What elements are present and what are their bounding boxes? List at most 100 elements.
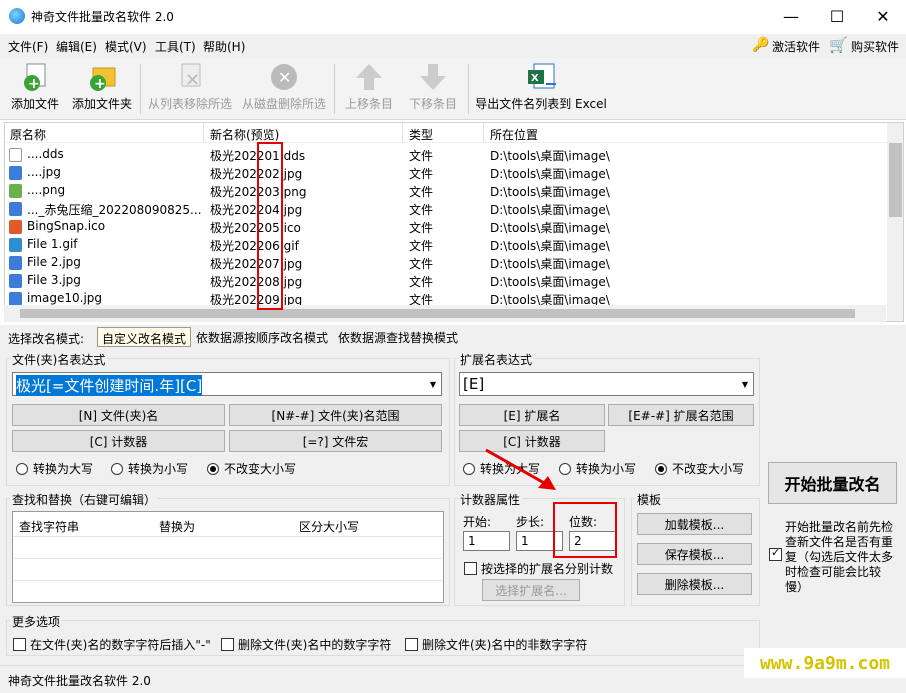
table-row[interactable]: ....jpg 极光202202.jpg 文件 D:\tools\桌面\image\ xyxy=(5,164,885,182)
cart-icon[interactable]: 🛒 xyxy=(829,36,848,54)
table-row[interactable]: ..._赤兔压缩_202208090825... 极光202204.jpg 文件 D:… xyxy=(5,200,885,218)
cell-original-name: ....png xyxy=(27,183,66,197)
menu-help[interactable]: 帮助(H) xyxy=(203,38,245,55)
table-row[interactable]: ....dds 极光20220​1.dds 文件 D:\tools\桌面\image\ xyxy=(5,146,885,164)
insert-ext-button[interactable]: [E] 扩展名 xyxy=(459,404,605,426)
file-type-icon xyxy=(9,166,22,180)
remove-from-list-button[interactable]: ✕ 从列表移除所选 xyxy=(144,58,236,118)
tab-order-mode[interactable]: 依数据源按顺序改名模式 xyxy=(192,327,332,347)
arrow-up-icon xyxy=(354,61,384,93)
cell-new-name: 极光202205.ico xyxy=(210,221,301,235)
column-original-name[interactable]: 原名称 xyxy=(10,126,46,143)
delete-template-button[interactable]: 删除模板... xyxy=(637,573,752,595)
cell-location: D:\tools\桌面\image\ xyxy=(490,239,610,253)
insert-counter-button[interactable]: [C] 计数器 xyxy=(12,430,225,452)
highlight-box-digits xyxy=(553,502,617,558)
cell-location: D:\tools\桌面\image\ xyxy=(490,203,610,217)
window-title: 神奇文件批量改名软件 2.0 xyxy=(31,10,174,24)
column-location[interactable]: 所在位置 xyxy=(490,126,538,143)
counter-step-label: 步长: xyxy=(516,515,545,529)
column-new-name[interactable]: 新名称(预览) xyxy=(210,126,279,143)
chevron-down-icon[interactable]: ▼ xyxy=(425,373,441,395)
column-replace: 替换为 xyxy=(159,520,196,534)
count-by-ext-checkbox[interactable]: 按选择的扩展名分别计数 xyxy=(464,560,613,577)
column-divider xyxy=(483,123,484,143)
start-rename-button[interactable]: 开始批量改名 xyxy=(768,462,897,504)
delete-from-disk-button[interactable]: ✕ 从磁盘删除所选 xyxy=(238,58,330,118)
name-keepcase-radio[interactable]: 不改变大小写 xyxy=(207,460,296,477)
cell-original-name: BingSnap.ico xyxy=(27,219,106,233)
column-divider xyxy=(203,123,204,143)
file-type-icon xyxy=(9,292,22,306)
chevron-down-icon[interactable]: ▼ xyxy=(737,373,753,395)
insert-name-range-button[interactable]: [N#-#] 文件(夹)名范围 xyxy=(229,404,442,426)
name-expression-input[interactable]: 极光[=文件创建时间.年][C] ▼ xyxy=(12,372,442,396)
ext-keepcase-radio[interactable]: 不改变大小写 xyxy=(655,460,744,477)
table-row[interactable]: File 3.jpg 极光202208.jpg 文件 D:\tools\桌面\imag… xyxy=(5,272,885,290)
insert-dash-checkbox[interactable]: 在文件(夹)名的数字字符后插入"-" xyxy=(13,636,211,653)
insert-macro-button[interactable]: [=?] 文件宏 xyxy=(229,430,442,452)
horizontal-scroll-thumb[interactable] xyxy=(20,309,855,318)
ext-lowercase-radio[interactable]: 转换为小写 xyxy=(559,460,636,477)
vertical-scroll-thumb[interactable] xyxy=(889,143,902,217)
highlight-box-counter xyxy=(257,142,283,310)
check-duplicate-checkbox[interactable] xyxy=(769,546,782,564)
add-folder-button[interactable]: + 添加文件夹 xyxy=(68,58,136,118)
export-excel-button[interactable]: X 导出文件名列表到 Excel xyxy=(474,58,608,118)
cell-original-name: File 2.jpg xyxy=(27,255,81,269)
red-arrow-icon xyxy=(485,448,556,490)
file-type-icon xyxy=(9,274,22,288)
name-lowercase-radio[interactable]: 转换为小写 xyxy=(111,460,188,477)
column-divider xyxy=(402,123,403,143)
minimize-button[interactable]: — xyxy=(768,0,814,32)
arrow-down-icon xyxy=(418,61,448,93)
add-folder-icon: + xyxy=(87,61,117,93)
select-ext-button[interactable]: 选择扩展名... xyxy=(482,579,580,601)
cell-type: 文件 xyxy=(409,221,434,235)
extension-expression-title: 扩展名表达式 xyxy=(458,351,535,368)
maximize-button[interactable]: ☐ xyxy=(814,0,860,32)
extension-expression-input[interactable]: [E] ▼ xyxy=(459,372,754,396)
activate-link[interactable]: 激活软件 xyxy=(772,38,820,55)
find-replace-table[interactable]: 查找字符串 替换为 区分大小写 xyxy=(12,511,444,603)
cell-original-name: File 3.jpg xyxy=(27,273,81,287)
menu-edit[interactable]: 编辑(E) xyxy=(56,38,97,55)
menu-bar: 文件(F) 编辑(E) 模式(V) 工具(T) 帮助(H) 🔑 激活软件 🛒 购… xyxy=(0,34,906,58)
cell-type: 文件 xyxy=(409,149,434,163)
table-row[interactable]: BingSnap.ico 极光202205.ico 文件 D:\tools\桌面\im… xyxy=(5,218,885,236)
move-down-button[interactable]: 下移条目 xyxy=(402,58,464,118)
file-list[interactable]: 原名称 新名称(预览) 类型 所在位置 ....dds 极光20220​1.dds… xyxy=(4,122,904,322)
svg-text:✕: ✕ xyxy=(278,68,291,87)
insert-ext-range-button[interactable]: [E#-#] 扩展名范围 xyxy=(608,404,754,426)
cell-location: D:\tools\桌面\image\ xyxy=(490,257,610,271)
delete-nondigits-checkbox[interactable]: 删除文件(夹)名中的非数字字符 xyxy=(405,636,587,653)
name-uppercase-radio[interactable]: 转换为大写 xyxy=(16,460,93,477)
tab-find-replace-mode[interactable]: 依数据源查找替换模式 xyxy=(334,327,462,347)
cell-location: D:\tools\桌面\image\ xyxy=(490,149,610,163)
cell-location: D:\tools\桌面\image\ xyxy=(490,221,610,235)
add-file-button[interactable]: + 添加文件 xyxy=(4,58,66,118)
menu-tools[interactable]: 工具(T) xyxy=(155,38,196,55)
counter-start-input[interactable]: 1 xyxy=(463,531,510,551)
menu-file[interactable]: 文件(F) xyxy=(8,38,48,55)
list-header: 原名称 新名称(预览) 类型 所在位置 xyxy=(5,123,887,143)
remove-file-icon: ✕ xyxy=(175,61,205,93)
table-row[interactable]: File 2.jpg 极光202207.jpg 文件 D:\tools\桌面\imag… xyxy=(5,254,885,272)
load-template-button[interactable]: 加载模板... xyxy=(637,513,752,535)
move-up-button[interactable]: 上移条目 xyxy=(338,58,400,118)
save-template-button[interactable]: 保存模板... xyxy=(637,543,752,565)
delete-digits-checkbox[interactable]: 删除文件(夹)名中的数字字符 xyxy=(221,636,391,653)
toolbar-separator xyxy=(334,64,335,114)
tab-custom-mode[interactable]: 自定义改名模式 xyxy=(97,327,192,347)
close-button[interactable]: ✕ xyxy=(860,0,906,32)
file-type-icon xyxy=(9,220,22,234)
table-row[interactable]: ....png 极光202203.png 文件 D:\tools\桌面\image\ xyxy=(5,182,885,200)
buy-link[interactable]: 购买软件 xyxy=(851,38,899,55)
insert-name-button[interactable]: [N] 文件(夹)名 xyxy=(12,404,225,426)
key-icon[interactable]: 🔑 xyxy=(752,37,769,53)
table-row[interactable]: File 1.gif 极光202206.gif 文件 D:\tools\桌面\imag… xyxy=(5,236,885,254)
cell-type: 文件 xyxy=(409,185,434,199)
column-type[interactable]: 类型 xyxy=(409,126,433,143)
file-type-icon xyxy=(9,238,22,252)
menu-mode[interactable]: 模式(V) xyxy=(105,38,147,55)
